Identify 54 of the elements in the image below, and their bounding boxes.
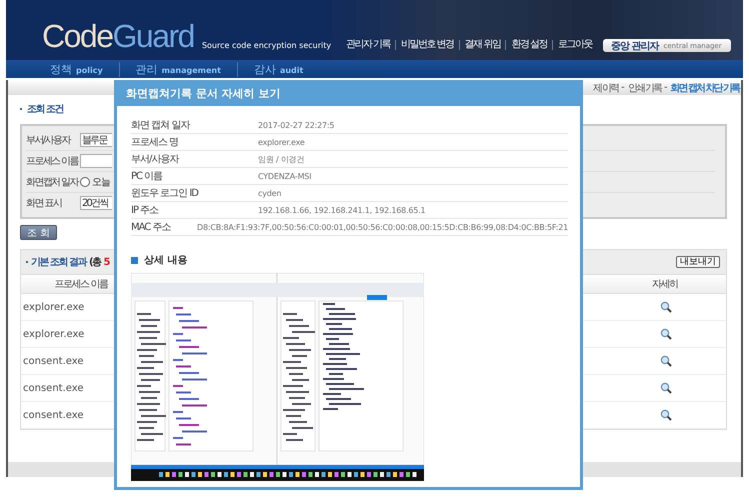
breadcrumb-separator: - (664, 82, 668, 93)
section-title: 기본 조회 결과 (31, 256, 86, 269)
top-link[interactable]: 환경 설정 (505, 40, 552, 50)
nav-item[interactable]: 정책 policy (50, 62, 119, 76)
tagline: Source code encryption security (202, 41, 332, 50)
detail-value: 임원 / 이경건 (258, 154, 304, 164)
breadcrumb-link[interactable]: 화면 캡처 차단 기록 (670, 80, 739, 94)
result-count: 5 (104, 256, 110, 268)
detail-value: CYDENZA-MSI (258, 172, 312, 180)
detail-label: PC 이름 (131, 170, 164, 183)
breadcrumb-separator: - (621, 82, 625, 93)
top-link[interactable]: 관리자 기록 (340, 40, 395, 50)
top-link[interactable]: 결재 위임 (458, 40, 506, 50)
detail-value: explorer.exe (258, 138, 305, 146)
detail-label: 윈도우 로그인 ID (131, 187, 200, 200)
dialog-title: 화면캡쳐기록 문서 자세히 보기 (114, 80, 583, 106)
radio-label: 오늘 (92, 176, 110, 189)
logo: CodeGuard (42, 18, 194, 54)
detail-label: 부서/사용자 (131, 153, 180, 166)
search-button[interactable]: 조 회 (20, 225, 57, 240)
detail-label: 프로세스 명 (131, 136, 180, 149)
nav-item[interactable]: 감사 audit (236, 62, 320, 76)
section-title: 조회 조건 (27, 103, 63, 116)
breadcrumb-link[interactable]: 제 이력 (592, 80, 618, 94)
top-link[interactable]: 비밀번호 변경 (394, 40, 459, 50)
text-field[interactable]: 블루문 (80, 133, 112, 147)
detail-value: cyden (258, 188, 282, 198)
rows-per-page-select[interactable]: 20건씩 (80, 196, 112, 210)
search-icon[interactable] (660, 355, 672, 367)
text-field[interactable] (80, 154, 112, 168)
detail-value: D8:CB:8A:F1:93:7F,00:50:56:C0:00:01,00:50:56:C0:00:08,00:15:5D:CB:B6:99,08:D4:0C:BB:5F:21 (197, 222, 568, 232)
field-label: 프로세스 이름 (26, 155, 80, 168)
role-label: 중앙 관리자 (611, 40, 658, 52)
search-icon[interactable] (660, 409, 672, 421)
detail-value: 2017-02-27 22:27:5 (258, 120, 334, 130)
breadcrumb-link[interactable]: 인쇄 기록 (628, 80, 661, 94)
field-label: 부서/사용자 (26, 134, 72, 147)
field-label: 화면 표시 (26, 197, 62, 210)
search-icon[interactable] (660, 328, 672, 340)
search-icon[interactable] (660, 382, 672, 394)
section-icon (131, 256, 138, 264)
detail-label: MAC 주소 (131, 221, 172, 234)
count-label: (총 (88, 256, 101, 269)
search-icon[interactable] (660, 301, 672, 313)
top-link[interactable]: 로그아웃 (552, 40, 597, 50)
detail-label: 화면 캡쳐 일자 (131, 119, 191, 132)
detail-value: 192.168.1.66, 192.168.241.1, 192.168.65.1 (258, 206, 426, 214)
nav-item[interactable]: 관리 management (118, 62, 237, 76)
detail-label: IP 주소 (131, 204, 160, 217)
column-header: 자세히 (603, 274, 726, 294)
export-button[interactable]: 내보내기 (676, 256, 720, 268)
section-title: 상세 내용 (144, 254, 188, 267)
field-label: 화면캡처 일자 (26, 176, 80, 189)
radio-button[interactable] (80, 177, 90, 187)
